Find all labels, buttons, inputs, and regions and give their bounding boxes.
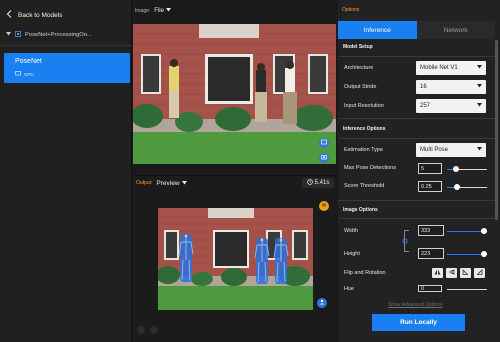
clock-icon: [306, 179, 313, 187]
project-label: PoseNet+ProcessingOn...: [25, 32, 92, 38]
max-detections-label: Max Pose Detections: [344, 165, 396, 171]
section-divider: [338, 118, 495, 119]
caret-down-icon: [477, 84, 482, 90]
image-options-title: Image Options: [343, 207, 378, 213]
caret-down-icon: [165, 8, 171, 14]
link-icon[interactable]: [402, 238, 408, 246]
input-image: [133, 24, 336, 164]
camera-button[interactable]: [319, 153, 329, 163]
output-tag: Output:: [136, 180, 153, 186]
estimation-type-value: Multi Pose: [420, 147, 449, 153]
output-stride-value: 16: [420, 84, 427, 90]
layers-icon: [321, 202, 327, 210]
estimation-type-select[interactable]: Multi Pose: [416, 143, 486, 157]
hue-label: Hue: [344, 286, 355, 292]
score-threshold-slider-handle[interactable]: [454, 184, 460, 190]
camera-icon: [321, 154, 327, 162]
model-device: GPU: [15, 71, 34, 77]
image-header: Image: File: [133, 0, 337, 22]
width-label: Width: [344, 228, 359, 234]
output-stride-select[interactable]: 16: [416, 80, 486, 94]
back-label: Back to Models: [18, 11, 63, 19]
score-threshold-input[interactable]: 0.25: [418, 181, 442, 192]
output-stride-label: Output Stride: [344, 84, 377, 90]
flip-vertical-button[interactable]: [446, 268, 457, 278]
output-image: [158, 208, 313, 310]
input-resolution-select[interactable]: 257: [416, 99, 486, 113]
architecture-select[interactable]: Mobile Net V1: [416, 61, 486, 75]
width-input[interactable]: 333: [418, 225, 444, 236]
sidebar: [0, 0, 132, 342]
estimation-type-label: Estimation Type: [344, 147, 384, 153]
section-divider: [338, 138, 495, 139]
max-detections-input[interactable]: 5: [418, 163, 442, 174]
model-graph-icon: [15, 31, 21, 39]
rotate-left-button[interactable]: [460, 268, 471, 278]
max-detections-slider-handle[interactable]: [453, 166, 459, 172]
architecture-value: Mobile Net V1: [420, 65, 458, 71]
model-card-posenet[interactable]: PoseNet GPU: [4, 53, 130, 83]
output-settings-button[interactable]: [319, 201, 329, 211]
rotate-left-icon: [462, 269, 469, 277]
person-icon: [319, 299, 325, 307]
hue-slider-track[interactable]: [447, 289, 487, 290]
elapsed-time-badge: 5.41s: [302, 178, 334, 188]
flip-horizontal-icon: [434, 269, 441, 277]
show-advanced-options-link[interactable]: Show Advanced Options: [388, 302, 442, 308]
upload-icon: [321, 139, 327, 147]
flip-rotation-label: Flip and Rotation: [344, 270, 386, 276]
sidebar-divider: [0, 45, 132, 46]
run-locally-button[interactable]: Run Locally: [372, 314, 465, 331]
rotate-right-button[interactable]: [474, 268, 485, 278]
height-slider-fill: [447, 254, 483, 255]
section-divider: [338, 56, 495, 57]
project-tree-item[interactable]: PoseNet+ProcessingOn...: [6, 31, 92, 39]
resize-icon[interactable]: [150, 326, 158, 334]
score-threshold-label: Score Threshold: [344, 183, 385, 189]
width-slider-fill: [447, 231, 483, 232]
download-output-button[interactable]: [317, 298, 327, 308]
height-label: Height: [344, 251, 360, 257]
options-title: Options: [342, 7, 360, 13]
section-divider: [338, 200, 495, 201]
gpu-icon: [15, 71, 21, 77]
model-name: PoseNet: [15, 58, 42, 65]
preview-dropdown[interactable]: Preview: [156, 179, 187, 187]
flip-vertical-icon: [448, 269, 455, 277]
chevron-left-icon: [6, 10, 12, 20]
caret-down-icon: [477, 65, 482, 71]
height-slider-handle[interactable]: [481, 251, 487, 257]
upload-image-button[interactable]: [319, 138, 329, 148]
options-scrollbar[interactable]: [495, 40, 498, 220]
caret-down-icon: [181, 180, 187, 187]
options-tabs: Inference Network: [338, 21, 495, 39]
width-slider-handle[interactable]: [481, 228, 487, 234]
preview-label: Preview: [156, 179, 180, 187]
rotate-right-icon: [476, 269, 483, 277]
fullscreen-icon[interactable]: [137, 326, 145, 334]
image-tag: Image:: [135, 8, 151, 14]
caret-down-icon: [477, 103, 482, 109]
back-to-models-link[interactable]: Back to Models: [6, 8, 62, 22]
caret-down-icon: [6, 32, 11, 38]
flip-horizontal-button[interactable]: [432, 268, 443, 278]
elapsed-time: 5.41s: [314, 180, 330, 186]
model-setup-title: Model Setup: [343, 44, 373, 50]
input-resolution-label: Input Resolution: [344, 103, 384, 109]
caret-down-icon: [477, 147, 482, 153]
file-dropdown[interactable]: File: [154, 8, 171, 14]
section-divider: [338, 218, 495, 219]
architecture-label: Architecture: [344, 65, 374, 71]
tab-network[interactable]: Network: [416, 21, 495, 39]
hue-input[interactable]: 0: [418, 285, 442, 292]
model-device-label: GPU: [24, 71, 34, 77]
inference-options-title: Inference Options: [343, 126, 386, 132]
tab-inference[interactable]: Inference: [338, 21, 417, 39]
options-header: Options: [338, 0, 500, 20]
file-label: File: [154, 8, 164, 14]
input-resolution-value: 257: [420, 103, 431, 109]
height-input[interactable]: 223: [418, 248, 444, 259]
